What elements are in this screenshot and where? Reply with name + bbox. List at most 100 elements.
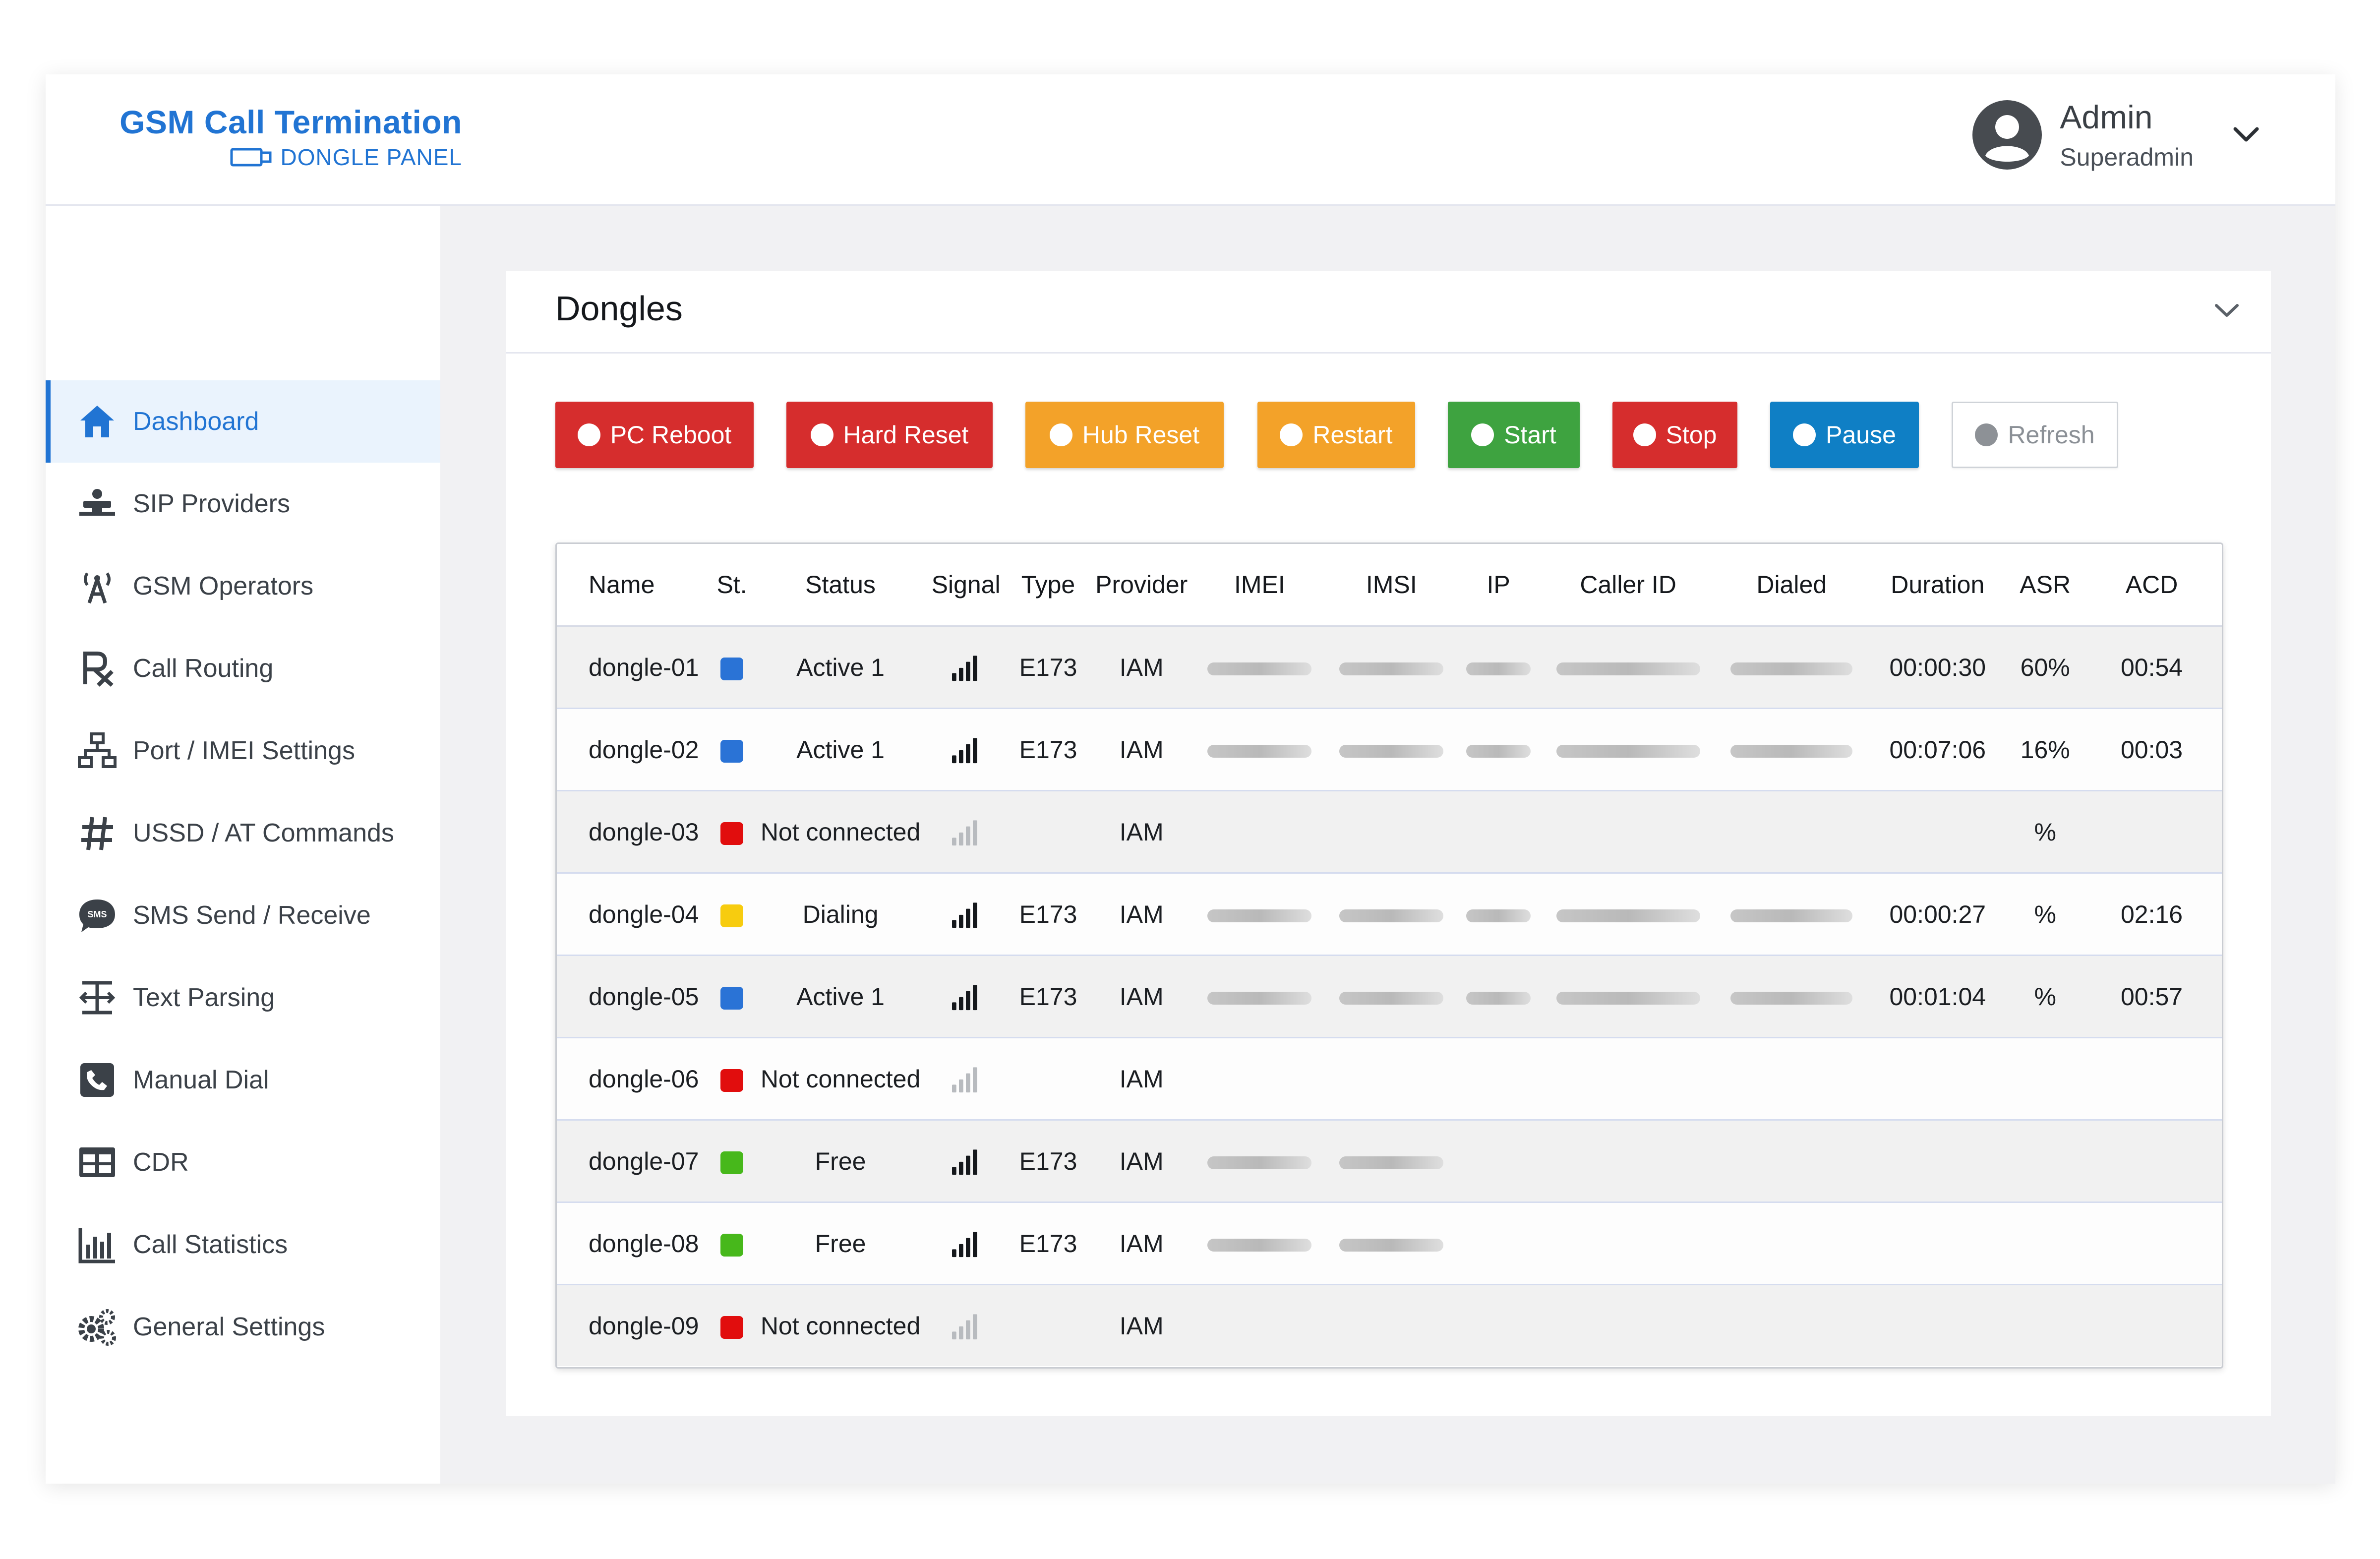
redacted-value bbox=[1466, 745, 1531, 758]
dongle-name: dongle-07 bbox=[557, 1120, 708, 1203]
status-indicator-cell bbox=[708, 708, 756, 791]
table-row[interactable]: dongle-05 Active 1 E173 IAM 00:01:04% 00:57 bbox=[557, 955, 2222, 1038]
status-indicator-cell bbox=[708, 626, 756, 709]
sidebar-item-label: Text Parsing bbox=[133, 983, 275, 1012]
column-header[interactable]: Type bbox=[1007, 544, 1089, 627]
column-header[interactable]: Status bbox=[756, 544, 925, 627]
sidebar-item-label: Port / IMEI Settings bbox=[133, 736, 355, 765]
empty-cell bbox=[1717, 1202, 1867, 1285]
column-header[interactable]: IP bbox=[1457, 544, 1540, 627]
table-row[interactable]: dongle-06 Not connected IAM bbox=[557, 1037, 2222, 1121]
redacted-cell bbox=[1325, 626, 1458, 709]
signal-cell bbox=[925, 955, 1008, 1038]
redacted-cell bbox=[1717, 955, 1867, 1038]
user-name: Admin bbox=[2060, 99, 2153, 135]
redacted-cell bbox=[1540, 626, 1717, 709]
provider-cell: IAM bbox=[1089, 1037, 1194, 1121]
button-label: Restart bbox=[1312, 421, 1393, 449]
redacted-value bbox=[1556, 662, 1700, 676]
empty-cell bbox=[1193, 1037, 1326, 1121]
signal-cell bbox=[925, 1284, 1008, 1366]
sidebar-item-sms-send-receive[interactable]: SMS SMS Send / Receive bbox=[46, 874, 440, 957]
sidebar-item-label: SMS Send / Receive bbox=[133, 901, 371, 930]
sidebar-item-gsm-operators[interactable]: GSM Operators bbox=[46, 545, 440, 627]
signal-cell bbox=[925, 873, 1008, 956]
column-header[interactable]: ACD bbox=[2082, 544, 2222, 627]
sidebar-item-cdr[interactable]: CDR bbox=[46, 1121, 440, 1203]
pause-button[interactable]: Pause bbox=[1770, 402, 1919, 468]
sidebar-item-text-parsing[interactable]: Text Parsing bbox=[46, 957, 440, 1039]
sidebar-item-ussd-at-commands[interactable]: USSD / AT Commands bbox=[46, 792, 440, 874]
table-row[interactable]: dongle-07 Free E173 IAM bbox=[557, 1120, 2222, 1203]
table-row[interactable]: dongle-08 Free E173 IAM bbox=[557, 1202, 2222, 1285]
chevron-down-icon[interactable] bbox=[2231, 125, 2261, 145]
panel-header[interactable]: Dongles bbox=[506, 271, 2271, 354]
button-label: Hub Reset bbox=[1082, 421, 1200, 449]
hub-reset-button[interactable]: Hub Reset bbox=[1025, 402, 1224, 468]
empty-cell bbox=[1457, 1202, 1540, 1285]
pc-reboot-button[interactable]: PC Reboot bbox=[555, 402, 754, 468]
redacted-value bbox=[1466, 992, 1531, 1005]
asr-cell: 60% bbox=[2009, 626, 2082, 709]
user-menu[interactable]: Admin Superadmin bbox=[1972, 98, 2261, 172]
status-square-icon bbox=[720, 1234, 744, 1257]
column-header[interactable]: IMSI bbox=[1325, 544, 1458, 627]
redacted-value bbox=[1730, 909, 1853, 923]
table-row[interactable]: dongle-09 Not connected IAM bbox=[557, 1284, 2222, 1366]
table-row[interactable]: dongle-02 Active 1 E173 IAM 00:07:06 16% 00:03 bbox=[557, 708, 2222, 791]
table-row[interactable]: dongle-03 Not connected IAM% bbox=[557, 790, 2222, 874]
restart-button[interactable]: Restart bbox=[1257, 402, 1415, 468]
redacted-value bbox=[1556, 992, 1700, 1005]
circle-icon bbox=[1633, 423, 1656, 446]
redacted-cell bbox=[1457, 626, 1540, 709]
column-header[interactable]: IMEI bbox=[1193, 544, 1326, 627]
status-text: Not connected bbox=[756, 790, 925, 874]
sidebar-item-manual-dial[interactable]: Manual Dial bbox=[46, 1039, 440, 1121]
stop-button[interactable]: Stop bbox=[1612, 402, 1737, 468]
redacted-value bbox=[1339, 909, 1444, 923]
button-label: Pause bbox=[1826, 421, 1896, 449]
empty-cell bbox=[1457, 1284, 1540, 1366]
redacted-cell bbox=[1540, 873, 1717, 956]
sidebar-item-call-routing[interactable]: Call Routing bbox=[46, 627, 440, 710]
type-cell: E173 bbox=[1007, 1120, 1089, 1203]
status-text: Dialing bbox=[756, 873, 925, 956]
redacted-value bbox=[1730, 662, 1853, 676]
brand[interactable]: GSM Call Termination DONGLE PANEL bbox=[85, 103, 462, 171]
sidebar-item-dashboard[interactable]: Dashboard bbox=[46, 380, 440, 463]
start-button[interactable]: Start bbox=[1448, 402, 1580, 468]
column-header[interactable]: Name bbox=[557, 544, 708, 627]
column-header[interactable]: Dialed bbox=[1717, 544, 1867, 627]
column-header[interactable]: Provider bbox=[1089, 544, 1194, 627]
column-header[interactable]: Duration bbox=[1866, 544, 2009, 627]
circle-icon bbox=[1049, 423, 1072, 446]
status-text: Active 1 bbox=[756, 955, 925, 1038]
provider-cell: IAM bbox=[1089, 790, 1194, 874]
column-header[interactable]: Caller ID bbox=[1540, 544, 1717, 627]
column-header[interactable]: St. bbox=[708, 544, 756, 627]
sms-bubble-icon: SMS bbox=[77, 896, 117, 935]
duration-cell: 00:00:30 bbox=[1866, 626, 2009, 709]
acd-cell: 00:54 bbox=[2082, 626, 2222, 709]
sidebar: Dashboard SIP Providers GSM Operators Ca… bbox=[46, 206, 440, 1484]
hard-reset-button[interactable]: Hard Reset bbox=[786, 402, 993, 468]
sidebar-item-general-settings[interactable]: General Settings bbox=[46, 1286, 440, 1368]
column-header[interactable]: ASR bbox=[2009, 544, 2082, 627]
sidebar-item-port-imei-settings[interactable]: Port / IMEI Settings bbox=[46, 710, 440, 792]
chevron-down-icon[interactable] bbox=[2212, 301, 2241, 320]
sidebar-item-call-statistics[interactable]: Call Statistics bbox=[46, 1203, 440, 1286]
signal-strength-icon bbox=[952, 1149, 977, 1175]
refresh-button[interactable]: Refresh bbox=[1952, 402, 2118, 468]
redacted-cell bbox=[1457, 708, 1540, 791]
column-header[interactable]: Signal bbox=[925, 544, 1008, 627]
table-row[interactable]: dongle-04 Dialing E173 IAM 00:00:27% 02:16 bbox=[557, 873, 2222, 956]
provider-cell: IAM bbox=[1089, 1284, 1194, 1366]
table-row[interactable]: dongle-01 Active 1 E173 IAM 00:00:30 60% 00:54 bbox=[557, 626, 2222, 709]
sidebar-item-label: CDR bbox=[133, 1148, 189, 1177]
asr-cell: % bbox=[2009, 873, 2082, 956]
sidebar-item-label: USSD / AT Commands bbox=[133, 819, 394, 847]
sidebar-item-sip-providers[interactable]: SIP Providers bbox=[46, 463, 440, 545]
status-square-icon bbox=[720, 740, 744, 763]
redacted-cell bbox=[1717, 626, 1867, 709]
redacted-value bbox=[1556, 745, 1700, 758]
